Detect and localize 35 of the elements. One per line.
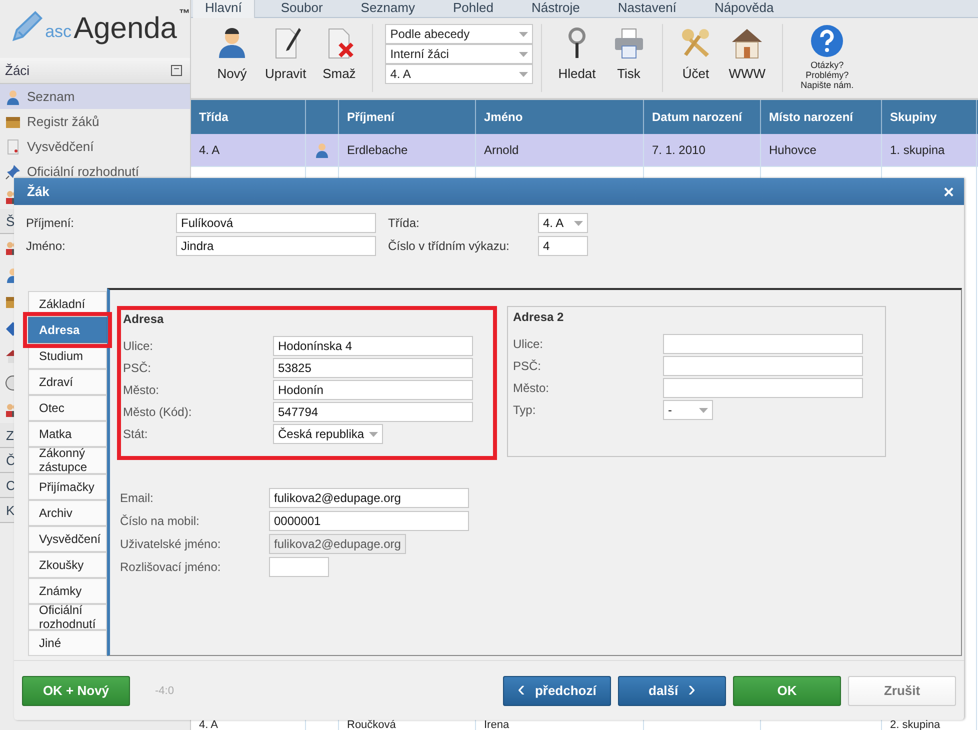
table-cell: Irena: [484, 720, 510, 730]
group-title: Adresa: [123, 312, 165, 326]
field-label: Příjmení:: [26, 216, 76, 230]
field-label: Stát:: [123, 427, 149, 441]
field-label: Město:: [513, 381, 550, 395]
readonly-field: fulikova2@edupage.org: [269, 534, 406, 554]
table-cell: 2. skupina: [890, 720, 940, 730]
dialog-title: Žák: [27, 184, 50, 199]
table-cell: 4. A: [199, 720, 218, 730]
field-label: Uživatelské jméno:: [120, 537, 222, 551]
logo-name: Agenda: [74, 14, 177, 44]
table-cell: 4. A: [199, 143, 220, 157]
table-cell: 1. skupina: [890, 143, 945, 157]
table-cell: Huhovce: [769, 143, 816, 157]
field-label: Ulice:: [123, 339, 154, 353]
field-label: Jméno:: [26, 239, 66, 253]
field-label: Číslo v třídním výkazu:: [388, 239, 510, 253]
table-cell: Erdlebache: [347, 143, 408, 157]
field-label: Město:: [123, 383, 160, 397]
group-title: Adresa 2: [513, 310, 565, 324]
table-cell: 7. 1. 2010: [652, 143, 706, 157]
field-label: Email:: [120, 491, 154, 505]
logo-prefix: asc: [45, 22, 72, 42]
field-label: Město (Kód):: [123, 405, 193, 419]
field-label: Číslo na mobil:: [120, 514, 200, 528]
field-label: Typ:: [513, 403, 537, 417]
field-label: Třída:: [388, 216, 420, 230]
table-cell: Roučková: [347, 720, 396, 730]
table-cell: Arnold: [484, 143, 519, 157]
field-label: PSČ:: [123, 361, 152, 375]
trademark: ™: [179, 8, 190, 20]
record-counter: -4:0: [155, 684, 175, 696]
field-label: Ulice:: [513, 337, 544, 351]
field-label: Rozlišovací jméno:: [120, 560, 222, 574]
field-label: PSČ:: [513, 359, 542, 373]
